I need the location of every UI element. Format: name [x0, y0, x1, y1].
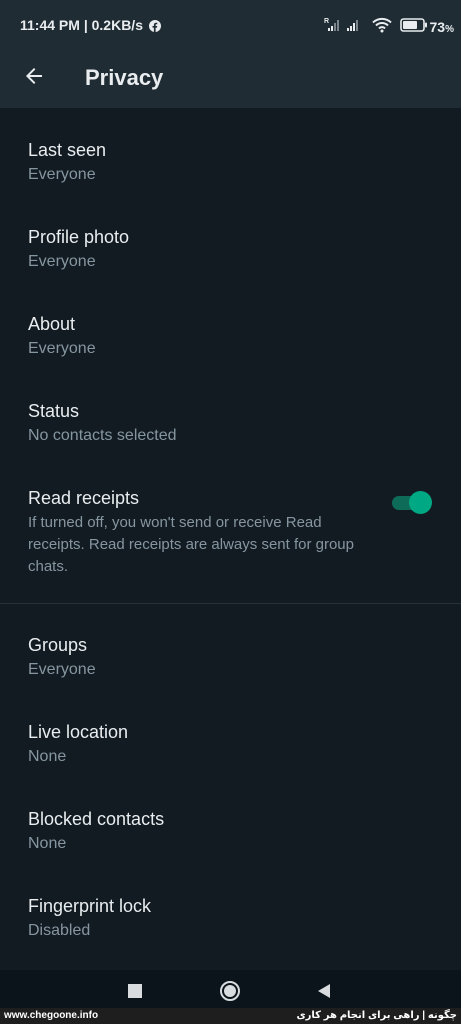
- setting-value: Everyone: [28, 253, 96, 270]
- arrow-left-icon: [22, 64, 46, 93]
- back-button[interactable]: [20, 64, 48, 92]
- setting-fingerprint-lock[interactable]: Fingerprint lock Disabled: [0, 884, 461, 958]
- recents-square-icon: [128, 983, 142, 1003]
- toolbar: Privacy: [0, 54, 461, 108]
- setting-last-seen[interactable]: Last seen Everyone: [0, 128, 461, 202]
- setting-description: If turned off, you won't send or receive…: [28, 514, 354, 575]
- setting-title: Groups: [28, 635, 88, 655]
- home-button[interactable]: [219, 980, 241, 1007]
- section-divider: [0, 603, 461, 604]
- setting-groups[interactable]: Groups Everyone: [0, 623, 461, 697]
- back-nav-button[interactable]: [313, 982, 335, 1004]
- status-left: 11:44 PM | 0.2KB/s: [20, 17, 161, 33]
- page-title: Privacy: [85, 65, 164, 90]
- setting-title: Last seen: [28, 140, 107, 160]
- setting-title: Status: [28, 401, 80, 421]
- setting-value: None: [28, 748, 67, 765]
- setting-title: About: [28, 314, 76, 334]
- home-circle-icon: [219, 980, 241, 1007]
- battery-indicator: 73%: [399, 18, 454, 35]
- setting-live-location[interactable]: Live location None: [0, 710, 461, 784]
- watermark-right: چگونه | راهی برای انجام هر کاری: [296, 1010, 457, 1021]
- status-bar: 11:44 PM | 0.2KB/s R 73%: [0, 0, 461, 54]
- read-receipts-toggle[interactable]: [392, 491, 432, 515]
- setting-title: Read receipts: [28, 488, 140, 508]
- app-header: 11:44 PM | 0.2KB/s R 73% Privacy: [0, 0, 461, 108]
- signal-icon: R: [324, 17, 364, 36]
- facebook-icon: [148, 19, 161, 32]
- svg-text:R: R: [324, 18, 329, 25]
- setting-title: Fingerprint lock: [28, 896, 152, 916]
- setting-value: Everyone: [28, 340, 96, 357]
- setting-profile-photo[interactable]: Profile photo Everyone: [0, 215, 461, 289]
- battery-percent: 73%: [429, 18, 454, 35]
- setting-about[interactable]: About Everyone: [0, 302, 461, 376]
- status-right: R 73%: [324, 17, 454, 36]
- setting-blocked-contacts[interactable]: Blocked contacts None: [0, 797, 461, 871]
- setting-title: Blocked contacts: [28, 809, 165, 829]
- wifi-icon: [371, 17, 392, 36]
- setting-value: Everyone: [28, 166, 96, 183]
- setting-title: Profile photo: [28, 227, 130, 247]
- setting-value: Disabled: [28, 922, 91, 939]
- status-time-speed: 11:44 PM | 0.2KB/s: [20, 17, 143, 33]
- back-triangle-icon: [316, 983, 332, 1004]
- recents-button[interactable]: [124, 982, 146, 1004]
- watermark-left: www.chegoone.info: [4, 1010, 99, 1021]
- watermark-bar: www.chegoone.info چگونه | راهی برای انجا…: [0, 1008, 461, 1024]
- setting-value: No contacts selected: [28, 427, 177, 444]
- battery-icon: [399, 18, 428, 35]
- setting-value: Everyone: [28, 661, 96, 678]
- setting-title: Live location: [28, 722, 129, 742]
- setting-status[interactable]: Status No contacts selected: [0, 389, 461, 463]
- toggle-thumb: [409, 491, 432, 514]
- setting-value: None: [28, 835, 67, 852]
